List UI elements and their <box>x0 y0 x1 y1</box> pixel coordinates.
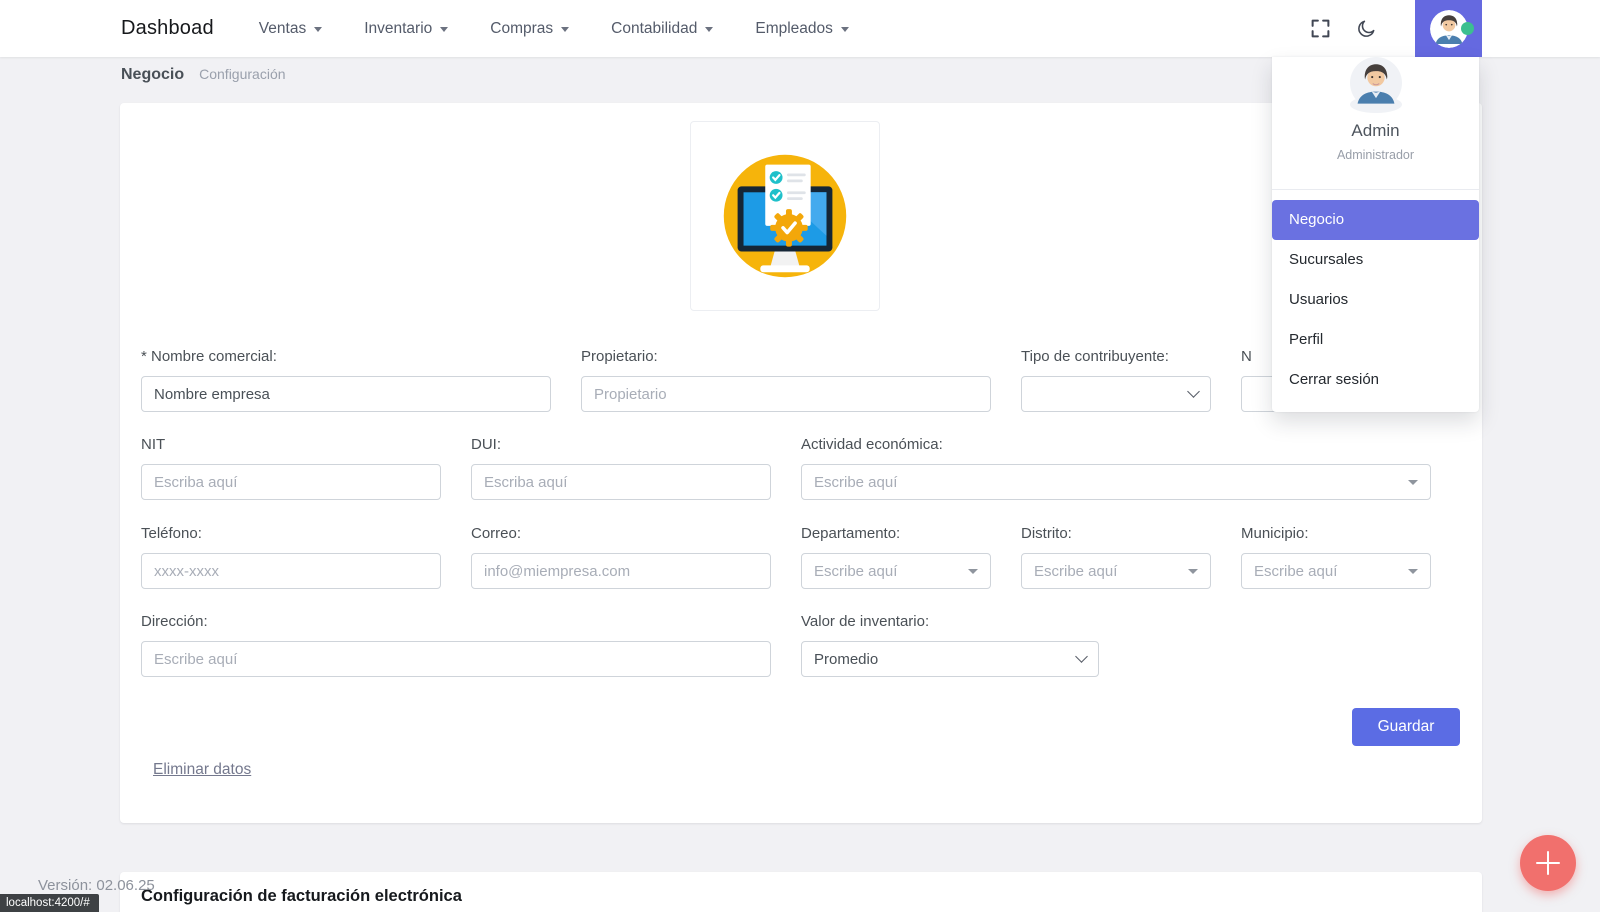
field-label: Valor de inventario: <box>801 613 1099 631</box>
menu-item-sucursales[interactable]: Sucursales <box>1272 240 1479 280</box>
nav-item-label: Compras <box>490 20 553 38</box>
field-label: Municipio: <box>1241 525 1431 543</box>
direccion-input[interactable] <box>141 641 771 677</box>
top-navbar: Dashboad Ventas Inventario Compras Conta… <box>0 0 1600 57</box>
user-avatar-button[interactable] <box>1415 0 1482 57</box>
actividad-economica-select[interactable]: Escribe aquí <box>801 464 1431 500</box>
chevron-down-icon <box>561 27 569 32</box>
user-role: Administrador <box>1272 148 1479 162</box>
field-label: DUI: <box>471 436 771 454</box>
select-placeholder: Escribe aquí <box>814 474 897 491</box>
chevron-down-icon <box>1187 385 1200 398</box>
chevron-down-icon <box>1075 650 1088 663</box>
fullscreen-icon <box>1310 18 1331 39</box>
nit-input[interactable] <box>141 464 441 500</box>
departamento-select[interactable]: Escribe aquí <box>801 553 991 589</box>
field-actividad-economica: Actividad económica: Escribe aquí <box>801 436 1431 500</box>
save-button[interactable]: Guardar <box>1352 708 1460 746</box>
nav-item-label: Inventario <box>364 20 432 38</box>
field-label: NIT <box>141 436 441 454</box>
business-logo[interactable] <box>690 121 880 311</box>
chevron-down-icon <box>314 27 322 32</box>
nav-item-label: Ventas <box>259 20 306 38</box>
triangle-down-icon <box>1408 480 1418 485</box>
nav-item-label: Empleados <box>755 20 833 38</box>
chevron-down-icon <box>841 27 849 32</box>
field-label: Dirección: <box>141 613 771 631</box>
avatar <box>1350 96 1402 113</box>
municipio-select[interactable]: Escribe aquí <box>1241 553 1431 589</box>
field-propietario: Propietario: <box>581 348 991 412</box>
field-correo: Correo: <box>471 525 771 589</box>
menu-item-usuarios[interactable]: Usuarios <box>1272 280 1479 320</box>
field-label: Propietario: <box>581 348 991 366</box>
field-telefono: Teléfono: <box>141 525 441 589</box>
chevron-down-icon <box>440 27 448 32</box>
correo-input[interactable] <box>471 553 771 589</box>
moon-icon <box>1356 18 1377 39</box>
field-label: Tipo de contribuyente: <box>1021 348 1211 366</box>
field-label: Actividad económica: <box>801 436 1431 454</box>
triangle-down-icon <box>968 569 978 574</box>
chevron-down-icon <box>705 27 713 32</box>
page-title: Negocio <box>121 66 184 84</box>
dui-input[interactable] <box>471 464 771 500</box>
field-direccion: Dirección: <box>141 613 771 677</box>
fullscreen-button[interactable] <box>1300 0 1340 57</box>
field-tipo-contribuyente: Tipo de contribuyente: <box>1021 348 1211 412</box>
field-label: Distrito: <box>1021 525 1211 543</box>
field-distrito: Distrito: Escribe aquí <box>1021 525 1211 589</box>
dark-mode-button[interactable] <box>1346 0 1386 57</box>
select-placeholder: Escribe aquí <box>1034 563 1117 580</box>
breadcrumb-section: Configuración <box>199 66 285 82</box>
menu-item-cerrar-sesion[interactable]: Cerrar sesión <box>1272 360 1479 400</box>
add-button[interactable] <box>1520 835 1576 891</box>
user-name: Admin <box>1272 121 1479 141</box>
field-nombre-comercial: * Nombre comercial: <box>141 348 551 412</box>
breadcrumb: Negocio Configuración <box>121 66 286 84</box>
tipo-contribuyente-select[interactable] <box>1021 376 1211 412</box>
distrito-select[interactable]: Escribe aquí <box>1021 553 1211 589</box>
field-nit: NIT <box>141 436 441 500</box>
status-bar-url: localhost:4200/# <box>0 894 99 912</box>
propietario-input[interactable] <box>581 376 991 412</box>
menu-item-perfil[interactable]: Perfil <box>1272 320 1479 360</box>
menu-item-negocio[interactable]: Negocio <box>1272 200 1479 240</box>
version-label: Versión: 02.06.25 <box>38 877 155 894</box>
telefono-input[interactable] <box>141 553 441 589</box>
nav-item-compras[interactable]: Compras <box>469 0 590 57</box>
main-nav: Ventas Inventario Compras Contabilidad E… <box>238 0 870 57</box>
online-status-dot <box>1461 22 1474 35</box>
app-screen: Dashboad Ventas Inventario Compras Conta… <box>0 0 1600 912</box>
triangle-down-icon <box>1408 569 1418 574</box>
user-menu-header: Admin Administrador <box>1272 57 1479 190</box>
field-label: * Nombre comercial: <box>141 348 551 366</box>
nav-item-label: Contabilidad <box>611 20 697 38</box>
field-label: Correo: <box>471 525 771 543</box>
field-label: Departamento: <box>801 525 991 543</box>
billing-config-card: Configuración de facturación electrónica <box>120 872 1482 912</box>
user-menu-list: Negocio Sucursales Usuarios Perfil Cerra… <box>1272 200 1479 400</box>
triangle-down-icon <box>1188 569 1198 574</box>
brand-title[interactable]: Dashboad <box>121 17 214 40</box>
select-placeholder: Escribe aquí <box>814 563 897 580</box>
nav-item-contabilidad[interactable]: Contabilidad <box>590 0 734 57</box>
user-dropdown-menu: Admin Administrador Negocio Sucursales U… <box>1272 57 1479 412</box>
valor-inventario-select[interactable]: Promedio <box>801 641 1099 677</box>
plus-icon <box>1547 851 1550 875</box>
nav-item-ventas[interactable]: Ventas <box>238 0 343 57</box>
delete-data-link[interactable]: Eliminar datos <box>153 761 251 779</box>
field-label: Teléfono: <box>141 525 441 543</box>
billing-section-title: Configuración de facturación electrónica <box>120 872 1482 906</box>
nav-item-inventario[interactable]: Inventario <box>343 0 469 57</box>
field-municipio: Municipio: Escribe aquí <box>1241 525 1431 589</box>
nombre-comercial-input[interactable] <box>141 376 551 412</box>
business-logo-image <box>706 137 864 295</box>
select-placeholder: Escribe aquí <box>1254 563 1337 580</box>
field-departamento: Departamento: Escribe aquí <box>801 525 991 589</box>
nav-item-empleados[interactable]: Empleados <box>734 0 870 57</box>
select-value: Promedio <box>814 651 878 668</box>
field-dui: DUI: <box>471 436 771 500</box>
field-valor-inventario: Valor de inventario: Promedio <box>801 613 1099 677</box>
